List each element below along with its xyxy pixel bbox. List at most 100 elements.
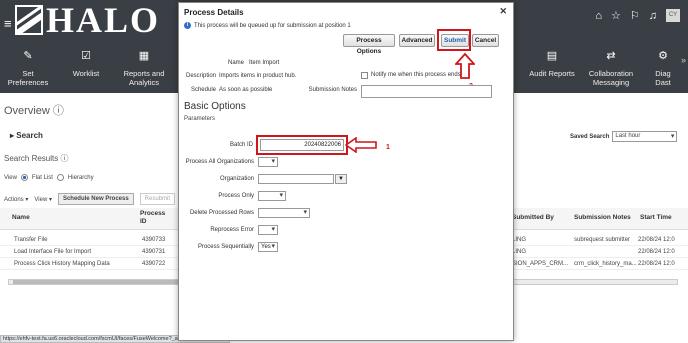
nav-collaboration-messaging[interactable]: ⇄ Collaboration Messaging [586, 50, 636, 87]
row-id: 4390731 [142, 249, 166, 255]
left-arrow-annotation-icon [345, 137, 377, 153]
star-icon[interactable]: ☆ [611, 9, 621, 22]
row-notes: subrequest submitter [574, 237, 631, 243]
name-value: Item Import [249, 60, 280, 66]
resubmit-button[interactable]: Resubmit [139, 193, 176, 205]
diagnostics-icon: ⚙ [658, 50, 668, 62]
process-all-orgs-select[interactable] [258, 157, 278, 167]
col-start-time[interactable]: Start Time [640, 214, 672, 221]
search-results-label: Search Results [4, 154, 59, 163]
nav-label: Set Preferences [7, 69, 49, 87]
process-only-label: Process Only [218, 193, 254, 199]
process-details-dialog: Process Details ✕ i This process will be… [178, 2, 514, 341]
col-name[interactable]: Name [12, 214, 30, 221]
nav-audit-reports[interactable]: ▤ Audit Reports [526, 50, 578, 78]
saved-search-select[interactable]: Last hour [612, 131, 678, 142]
logo-mark-icon [15, 5, 43, 35]
logo[interactable]: HALO [15, 2, 160, 38]
row-start: 22/08/24 12:0 [638, 261, 675, 267]
logo-text: HALO [46, 0, 161, 40]
row-start: 22/08/24 12:0 [638, 249, 675, 255]
hierarchy-radio[interactable] [56, 174, 64, 181]
nav-diagnostics[interactable]: ⚙ Diag Dast [648, 50, 678, 87]
delete-processed-rows-label: Delete Processed Rows [189, 210, 254, 216]
nav-label: Reports and Analytics [123, 69, 165, 87]
info-icon: i [184, 22, 191, 29]
menu-icon[interactable]: ≡ [4, 16, 12, 31]
submission-notes-label: Submission Notes [308, 87, 357, 93]
nav-scroll-right-icon[interactable]: » [681, 55, 686, 65]
col-submitted-by[interactable]: Submitted By [512, 214, 554, 221]
row-id: 4390733 [142, 237, 166, 243]
row-submitted-by: LING [512, 249, 527, 255]
report-icon: ▦ [138, 50, 150, 62]
avatar[interactable]: CY [666, 9, 680, 22]
close-icon[interactable]: ✕ [499, 6, 507, 17]
row-name: Load Interface File for Import [14, 249, 92, 255]
nav-reports-analytics[interactable]: ▦ Reports and Analytics [118, 50, 170, 87]
search-results-heading: Search Results ⓘ [4, 153, 68, 164]
batch-id-label: Batch ID [229, 142, 253, 148]
results-toolbar: Actions ▾ View ▾ Schedule New Process Re… [4, 193, 176, 205]
basic-options-heading: Basic Options [184, 101, 246, 112]
schedule-new-process-button[interactable]: Schedule New Process [57, 193, 134, 205]
flag-icon[interactable]: ⚐ [630, 9, 640, 22]
row-submitted-by: LING [512, 237, 527, 243]
help-icon[interactable]: ⓘ [60, 154, 68, 163]
col-process-id[interactable]: Process ID [140, 210, 170, 226]
parameters-label: Parameters [184, 116, 216, 122]
description-label: Description [185, 73, 216, 79]
info-message: i This process will be queued up for sub… [184, 22, 351, 29]
annotation-number-1: 1 [386, 144, 390, 151]
schedule-value: As soon as possible [219, 87, 273, 93]
bell-icon[interactable]: ♫ [649, 10, 657, 22]
row-notes: crm_click_history_ma... [574, 261, 637, 267]
view-label: View [4, 174, 17, 181]
info-text: This process will be queued up for submi… [194, 22, 351, 29]
person-edit-icon: ✎ [23, 50, 33, 62]
reprocess-error-label: Reprocess Error [210, 227, 254, 233]
submit-highlight-box [437, 29, 471, 51]
saved-search-label: Saved Search [570, 133, 610, 140]
advanced-button[interactable]: Advanced [399, 34, 435, 47]
batch-id-highlight-box [256, 135, 348, 155]
flat-list-radio[interactable] [20, 174, 28, 181]
nav-label: Collaboration Messaging [588, 69, 634, 87]
home-icon[interactable]: ⌂ [595, 10, 602, 22]
view-mode-row: View Flat List Hierarchy [4, 174, 94, 181]
notify-checkbox[interactable] [361, 72, 368, 79]
checklist-icon: ☑ [81, 50, 91, 62]
description-value: Imports items in product hub. [219, 73, 297, 79]
process-sequentially-select[interactable]: Yes [258, 242, 278, 252]
audit-report-icon: ▤ [546, 50, 558, 62]
nav-set-preferences[interactable]: ✎ Set Preferences [4, 50, 52, 87]
nav-label: Audit Reports [529, 69, 575, 78]
notify-label: Notify me when this process ends [371, 72, 461, 78]
actions-label: Actions [4, 196, 24, 203]
flat-list-label: Flat List [31, 174, 53, 181]
dialog-title: Process Details [184, 8, 244, 17]
organization-lov-button[interactable]: ▼ [335, 174, 347, 184]
saved-search: Saved Search Last hour [570, 131, 678, 142]
cancel-button[interactable]: Cancel [472, 34, 499, 47]
view-menu[interactable]: View ▾ [34, 196, 52, 203]
actions-menu[interactable]: Actions ▾ [4, 196, 28, 203]
delete-processed-rows-select[interactable] [258, 208, 310, 218]
search-heading: Search [16, 131, 43, 140]
submission-notes-input[interactable] [361, 85, 492, 98]
hierarchy-label: Hierarchy [67, 174, 94, 181]
view-menu-label: View [34, 196, 48, 203]
nav-worklist[interactable]: ☑ Worklist [62, 50, 110, 78]
col-submission-notes[interactable]: Submission Notes [574, 214, 631, 221]
name-label: Name [227, 60, 244, 66]
row-name: Transfer File [14, 237, 48, 243]
process-only-select[interactable] [258, 191, 286, 201]
row-name: Process Click History Mapping Data [14, 261, 110, 267]
process-options-button[interactable]: Process Options [343, 34, 395, 55]
help-icon[interactable]: ⓘ [53, 105, 64, 117]
reprocess-error-select[interactable] [258, 225, 278, 235]
search-section-toggle[interactable]: ▸ Search [10, 131, 43, 140]
organization-input[interactable] [258, 174, 334, 184]
nav-label: Worklist [72, 69, 100, 78]
page-title: Overview ⓘ [4, 102, 64, 118]
